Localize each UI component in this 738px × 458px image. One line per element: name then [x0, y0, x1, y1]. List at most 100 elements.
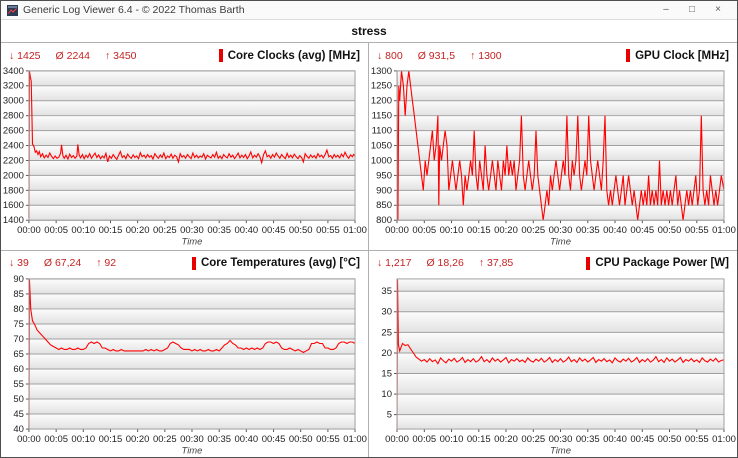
cpu-power-panel: ↓ 1,217 Ø 18,26 ↑ 37,85 CPU Package Powe… — [369, 251, 737, 458]
svg-text:3400: 3400 — [3, 66, 24, 76]
min-stat: ↓ 1425 — [9, 50, 41, 62]
svg-text:1050: 1050 — [371, 141, 392, 151]
app-window: Generic Log Viewer 6.4 - © 2022 Thomas B… — [0, 0, 738, 458]
gpu-clock-chart[interactable]: 8008509009501000105011001150120012501300… — [369, 66, 737, 250]
max-stat: ↑ 3450 — [105, 50, 137, 62]
avg-stat: Ø 2244 — [56, 50, 90, 62]
svg-text:00:35: 00:35 — [576, 225, 600, 235]
legend-bar-icon — [219, 49, 223, 62]
svg-text:3200: 3200 — [3, 81, 24, 91]
svg-text:65: 65 — [13, 347, 24, 358]
svg-text:00:00: 00:00 — [17, 225, 41, 235]
minimize-button[interactable]: – — [653, 1, 679, 19]
svg-text:00:05: 00:05 — [412, 225, 436, 235]
chart-title: Core Temperatures (avg) [°C] — [201, 257, 360, 269]
core-temps-stats: ↓ 39 Ø 67,24 ↑ 92 — [9, 257, 116, 269]
svg-text:00:10: 00:10 — [440, 432, 464, 443]
core-clocks-header: ↓ 1425 Ø 2244 ↑ 3450 Core Clocks (avg) [… — [1, 43, 368, 66]
chart-grid: ↓ 1425 Ø 2244 ↑ 3450 Core Clocks (avg) [… — [1, 43, 737, 458]
svg-text:35: 35 — [381, 285, 392, 296]
svg-text:950: 950 — [376, 170, 392, 180]
svg-text:00:00: 00:00 — [385, 225, 409, 235]
core-temps-panel: ↓ 39 Ø 67,24 ↑ 92 Core Temperatures (avg… — [1, 251, 369, 458]
gpu-clock-stats: ↓ 800 Ø 931,5 ↑ 1300 — [377, 50, 502, 62]
cpu-power-chart[interactable]: 510152025303500:0000:0500:1000:1500:2000… — [369, 274, 737, 458]
svg-text:00:50: 00:50 — [289, 432, 313, 443]
svg-text:00:20: 00:20 — [126, 432, 150, 443]
svg-text:00:25: 00:25 — [521, 225, 545, 235]
svg-text:1250: 1250 — [371, 81, 392, 91]
avg-stat: Ø 931,5 — [418, 50, 455, 62]
gpu-clock-panel: ↓ 800 Ø 931,5 ↑ 1300 GPU Clock [MHz] 800… — [369, 43, 737, 251]
min-stat: ↓ 800 — [377, 50, 403, 62]
svg-text:80: 80 — [13, 302, 24, 313]
svg-text:00:05: 00:05 — [412, 432, 436, 443]
svg-text:850: 850 — [376, 200, 392, 210]
session-title-band: stress — [1, 20, 737, 43]
chart-title: Core Clocks (avg) [MHz] — [228, 50, 360, 62]
close-button[interactable]: × — [705, 1, 731, 19]
svg-text:1400: 1400 — [3, 215, 24, 225]
svg-text:55: 55 — [13, 378, 24, 389]
svg-text:45: 45 — [13, 408, 24, 419]
svg-text:00:20: 00:20 — [126, 225, 150, 235]
max-stat: ↑ 1300 — [470, 50, 502, 62]
svg-text:25: 25 — [381, 326, 392, 337]
svg-text:10: 10 — [381, 388, 392, 399]
svg-text:1150: 1150 — [372, 111, 392, 121]
svg-text:90: 90 — [13, 274, 24, 284]
svg-text:00:30: 00:30 — [180, 432, 204, 443]
svg-text:00:45: 00:45 — [630, 432, 654, 443]
svg-text:Time: Time — [550, 237, 571, 247]
svg-text:2000: 2000 — [3, 170, 24, 180]
svg-text:00:10: 00:10 — [71, 432, 95, 443]
session-title: stress — [351, 24, 386, 38]
svg-text:00:25: 00:25 — [521, 432, 545, 443]
svg-text:00:00: 00:00 — [17, 432, 41, 443]
svg-text:800: 800 — [376, 215, 392, 225]
svg-text:00:40: 00:40 — [603, 432, 627, 443]
maximize-button[interactable]: □ — [679, 1, 705, 19]
svg-text:1300: 1300 — [371, 66, 392, 76]
avg-stat: Ø 67,24 — [44, 257, 81, 269]
core-clocks-chart[interactable]: 1400160018002000220024002600280030003200… — [1, 66, 368, 250]
svg-text:00:45: 00:45 — [262, 225, 286, 235]
svg-text:00:45: 00:45 — [262, 432, 286, 443]
legend-bar-icon — [626, 49, 630, 62]
svg-text:85: 85 — [13, 287, 24, 298]
svg-text:1600: 1600 — [3, 200, 24, 210]
svg-text:01:00: 01:00 — [343, 432, 367, 443]
gpu-clock-legend: GPU Clock [MHz] — [626, 49, 729, 62]
svg-text:00:35: 00:35 — [576, 432, 600, 443]
svg-text:1000: 1000 — [371, 156, 392, 166]
svg-text:00:55: 00:55 — [685, 432, 709, 443]
svg-text:Time: Time — [182, 237, 203, 247]
svg-text:00:25: 00:25 — [153, 225, 177, 235]
min-stat: ↓ 1,217 — [377, 257, 411, 269]
svg-text:00:30: 00:30 — [180, 225, 204, 235]
svg-text:Time: Time — [182, 444, 203, 455]
chart-title: CPU Package Power [W] — [595, 257, 729, 269]
svg-text:01:00: 01:00 — [712, 432, 736, 443]
svg-text:00:40: 00:40 — [603, 225, 627, 235]
core-clocks-legend: Core Clocks (avg) [MHz] — [219, 49, 360, 62]
min-stat: ↓ 39 — [9, 257, 29, 269]
svg-text:00:05: 00:05 — [44, 432, 68, 443]
core-temps-chart[interactable]: 404550556065707580859000:0000:0500:1000:… — [1, 274, 368, 458]
svg-text:1800: 1800 — [3, 185, 24, 195]
svg-text:00:40: 00:40 — [234, 225, 258, 235]
title-bar: Generic Log Viewer 6.4 - © 2022 Thomas B… — [1, 1, 737, 20]
svg-text:15: 15 — [381, 367, 392, 378]
svg-text:20: 20 — [381, 347, 392, 358]
window-title: Generic Log Viewer 6.4 - © 2022 Thomas B… — [23, 4, 653, 16]
avg-stat: Ø 18,26 — [426, 257, 463, 269]
gpu-clock-header: ↓ 800 Ø 931,5 ↑ 1300 GPU Clock [MHz] — [369, 43, 737, 66]
svg-text:2600: 2600 — [3, 126, 24, 136]
svg-text:900: 900 — [376, 185, 392, 195]
svg-text:00:55: 00:55 — [685, 225, 709, 235]
core-temps-legend: Core Temperatures (avg) [°C] — [192, 257, 360, 270]
svg-text:00:15: 00:15 — [99, 225, 123, 235]
svg-text:70: 70 — [13, 332, 24, 343]
svg-text:1100: 1100 — [372, 126, 392, 136]
svg-text:00:50: 00:50 — [658, 432, 682, 443]
